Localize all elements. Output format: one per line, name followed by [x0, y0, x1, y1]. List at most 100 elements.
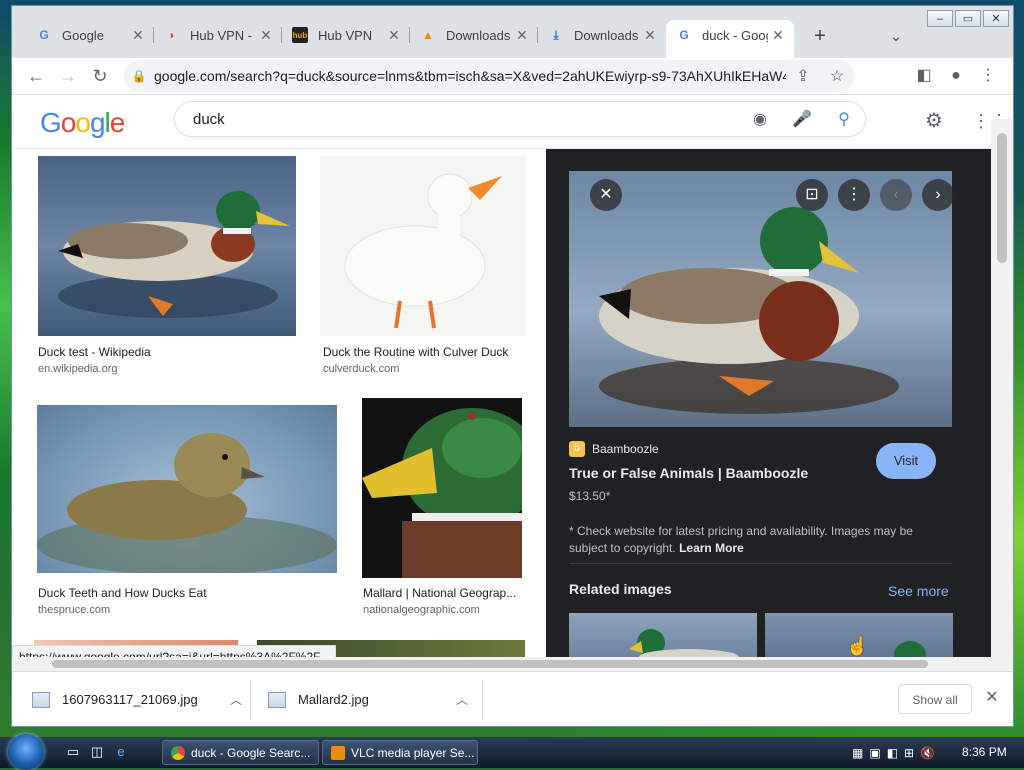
tab-search-chevron-icon[interactable]: ⌄: [884, 24, 908, 48]
bookmark-star-icon[interactable]: ☆: [820, 66, 854, 86]
taskbar-clock[interactable]: 8:36 PM: [962, 745, 1007, 759]
browser-menu-icon[interactable]: ⋮: [974, 62, 1002, 90]
profile-avatar-icon[interactable]: ●: [942, 62, 970, 90]
related-images-heading: Related images: [569, 581, 672, 597]
logo-letter: o: [75, 107, 91, 138]
image-file-icon: [268, 691, 286, 708]
settings-gear-icon[interactable]: ⚙: [922, 109, 946, 133]
new-tab-button[interactable]: +: [808, 24, 832, 48]
show-all-button[interactable]: Show all: [898, 684, 972, 714]
preview-price: $13.50*: [569, 489, 611, 503]
scrollbar-thumb[interactable]: [52, 660, 928, 668]
close-preview-icon[interactable]: ✕: [590, 179, 622, 211]
result-source-1[interactable]: en.wikipedia.org: [38, 363, 118, 375]
taskbar-vlc-task[interactable]: VLC media player Se...: [322, 740, 478, 765]
result-image-2[interactable]: [320, 156, 525, 336]
close-tab-icon[interactable]: ✕: [512, 27, 532, 44]
share-icon[interactable]: ⇪: [786, 66, 820, 86]
search-input[interactable]: duck: [175, 111, 739, 128]
show-desktop-icon[interactable]: ▭: [64, 743, 82, 761]
next-arrow-icon[interactable]: ›: [922, 179, 954, 211]
download-item-1[interactable]: 1607963117_21069.jpg ︿: [32, 672, 242, 726]
result-image-4[interactable]: [362, 398, 522, 578]
horizontal-scrollbar[interactable]: [12, 657, 1013, 671]
see-more-link[interactable]: See more: [888, 583, 949, 599]
tab-google[interactable]: G Google ✕: [26, 20, 154, 50]
side-panel-icon[interactable]: ◧: [910, 62, 938, 90]
download-filename: 1607963117_21069.jpg: [62, 692, 198, 707]
microphone-icon[interactable]: 🎤: [781, 109, 823, 129]
forward-arrow-icon[interactable]: →: [54, 62, 82, 90]
mallard-swimming-image: [58, 191, 290, 318]
scrollbar-thumb[interactable]: [997, 133, 1007, 263]
tab-hub-vpn-1[interactable]: ◗ Hub VPN - ✕: [154, 20, 282, 50]
url-text[interactable]: google.com/search?q=duck&source=lnms&tbm…: [154, 68, 786, 84]
result-caption-1[interactable]: Duck test - Wikipedia: [38, 345, 151, 359]
white-duck-image: [344, 173, 502, 329]
close-shelf-icon[interactable]: ✕: [982, 688, 1002, 708]
reload-icon[interactable]: ↻: [86, 62, 114, 90]
close-tab-icon[interactable]: ✕: [384, 27, 404, 44]
taskbar-chrome-task[interactable]: duck - Google Searc...: [162, 740, 319, 765]
close-tab-icon[interactable]: ✕: [256, 27, 276, 44]
chrome-icon: [171, 745, 185, 760]
result-image-1[interactable]: [38, 156, 296, 336]
search-box[interactable]: duck ◉ 🎤 ⚲: [174, 101, 866, 137]
google-logo[interactable]: Google: [40, 107, 126, 139]
switch-windows-icon[interactable]: ◫: [88, 743, 106, 761]
result-source-4[interactable]: nationalgeographic.com: [363, 604, 480, 616]
close-tab-icon[interactable]: ✕: [640, 27, 660, 44]
visit-button[interactable]: Visit: [876, 443, 936, 479]
back-arrow-icon[interactable]: ←: [22, 62, 50, 90]
tab-downloads-vlc[interactable]: ▲ Downloads ✕: [410, 20, 538, 50]
result-source-2[interactable]: culverduck.com: [323, 363, 399, 375]
result-caption-2[interactable]: Duck the Routine with Culver Duck: [323, 345, 508, 359]
search-icon[interactable]: ⚲: [823, 109, 865, 129]
system-tray: ▦ ▣ ◧ ⊞ 🔇: [852, 737, 935, 768]
close-tab-icon[interactable]: ✕: [128, 27, 148, 44]
more-options-icon[interactable]: ⋮: [838, 179, 870, 211]
related-image-1[interactable]: [569, 613, 757, 657]
tray-app-icon[interactable]: ◧: [887, 746, 898, 760]
internet-explorer-icon[interactable]: e: [112, 743, 130, 761]
lens-search-icon[interactable]: ⊡: [796, 179, 828, 211]
result-image-3[interactable]: [37, 405, 337, 573]
learn-more-link[interactable]: Learn More: [679, 541, 744, 555]
google-g-icon: G: [39, 28, 49, 42]
logo-letter: G: [40, 107, 62, 138]
logo-letter: o: [60, 107, 77, 138]
preview-title[interactable]: True or False Animals | Baamboozle: [569, 465, 808, 481]
tab-label: Downloads: [446, 27, 511, 43]
address-bar[interactable]: 🔒 google.com/search?q=duck&source=lnms&t…: [124, 60, 854, 92]
windows-taskbar: ▭ ◫ e duck - Google Searc... VLC media p…: [0, 734, 1024, 770]
volume-muted-icon[interactable]: 🔇: [920, 746, 935, 760]
preview-site[interactable]: b Baamboozle: [569, 441, 659, 457]
tab-hub-vpn-2[interactable]: hub Hub VPN ✕: [282, 20, 410, 50]
tab-downloads[interactable]: ⤓ Downloads ✕: [538, 20, 666, 50]
result-caption-4[interactable]: Mallard | National Geograp...: [363, 586, 523, 600]
tab-label: Downloads: [574, 27, 639, 43]
task-label: duck - Google Searc...: [191, 745, 311, 760]
result-caption-3[interactable]: Duck Teeth and How Ducks Eat: [38, 586, 207, 600]
start-orb-button[interactable]: [8, 734, 44, 770]
task-label: VLC media player Se...: [351, 745, 475, 760]
tab-duck-google-active[interactable]: G duck - Goog ✕: [666, 20, 794, 58]
tray-app-icon[interactable]: ▣: [869, 746, 880, 760]
vertical-scrollbar[interactable]: [991, 119, 1013, 657]
camera-lens-icon[interactable]: ◉: [739, 109, 781, 129]
result-source-3[interactable]: thespruce.com: [38, 604, 110, 616]
hubvpn-icon: ◗: [168, 28, 176, 42]
lock-icon: 🔒: [131, 69, 147, 83]
chevron-up-icon[interactable]: ︿: [230, 691, 242, 708]
chevron-up-icon[interactable]: ︿: [456, 691, 468, 708]
logo-letter: g: [89, 107, 106, 138]
close-tab-icon[interactable]: ✕: [768, 27, 788, 44]
tray-app-icon[interactable]: ▦: [852, 746, 863, 760]
hub-icon: hub: [292, 27, 308, 43]
logo-letter: e: [109, 107, 126, 138]
download-item-2[interactable]: Mallard2.jpg ︿: [268, 672, 468, 726]
network-icon[interactable]: ⊞: [904, 746, 914, 760]
download-filename: Mallard2.jpg: [298, 692, 369, 707]
previous-arrow-icon[interactable]: ‹: [880, 179, 912, 211]
baamboozle-favicon-icon: b: [569, 441, 585, 457]
